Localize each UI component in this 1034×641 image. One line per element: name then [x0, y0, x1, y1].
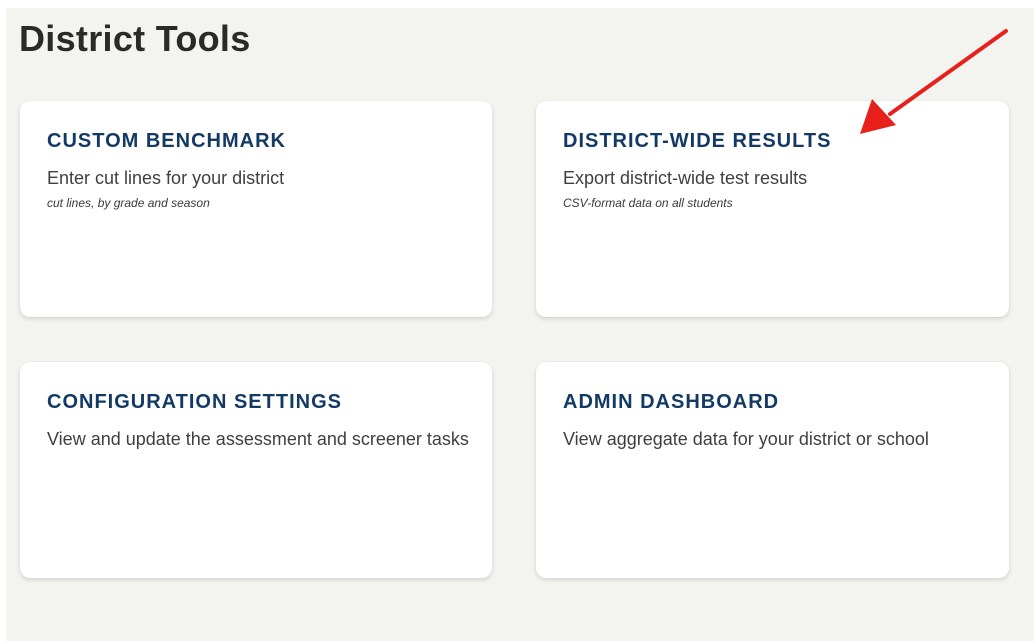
admin-dashboard-card[interactable]: ADMIN DASHBOARD View aggregate data for …: [536, 362, 1009, 578]
card-note: CSV-format data on all students: [563, 196, 733, 210]
card-description: Export district-wide test results: [563, 168, 808, 188]
card-description: Enter cut lines for your district: [47, 168, 285, 188]
custom-benchmark-card[interactable]: CUSTOM BENCHMARK Enter cut lines for you…: [20, 101, 492, 317]
card-title: CUSTOM BENCHMARK: [47, 130, 286, 152]
card-description: View and update the assessment and scree…: [47, 429, 469, 449]
district-wide-results-card[interactable]: DISTRICT-WIDE RESULTS Export district-wi…: [536, 101, 1009, 317]
card-note: cut lines, by grade and season: [47, 196, 210, 210]
card-title: ADMIN DASHBOARD: [563, 391, 780, 413]
configuration-settings-card[interactable]: CONFIGURATION SETTINGS View and update t…: [20, 362, 492, 578]
card-title: CONFIGURATION SETTINGS: [47, 391, 342, 413]
card-title: DISTRICT-WIDE RESULTS: [563, 130, 832, 152]
page-title: District Tools: [19, 18, 251, 59]
card-description: View aggregate data for your district or…: [563, 429, 929, 449]
